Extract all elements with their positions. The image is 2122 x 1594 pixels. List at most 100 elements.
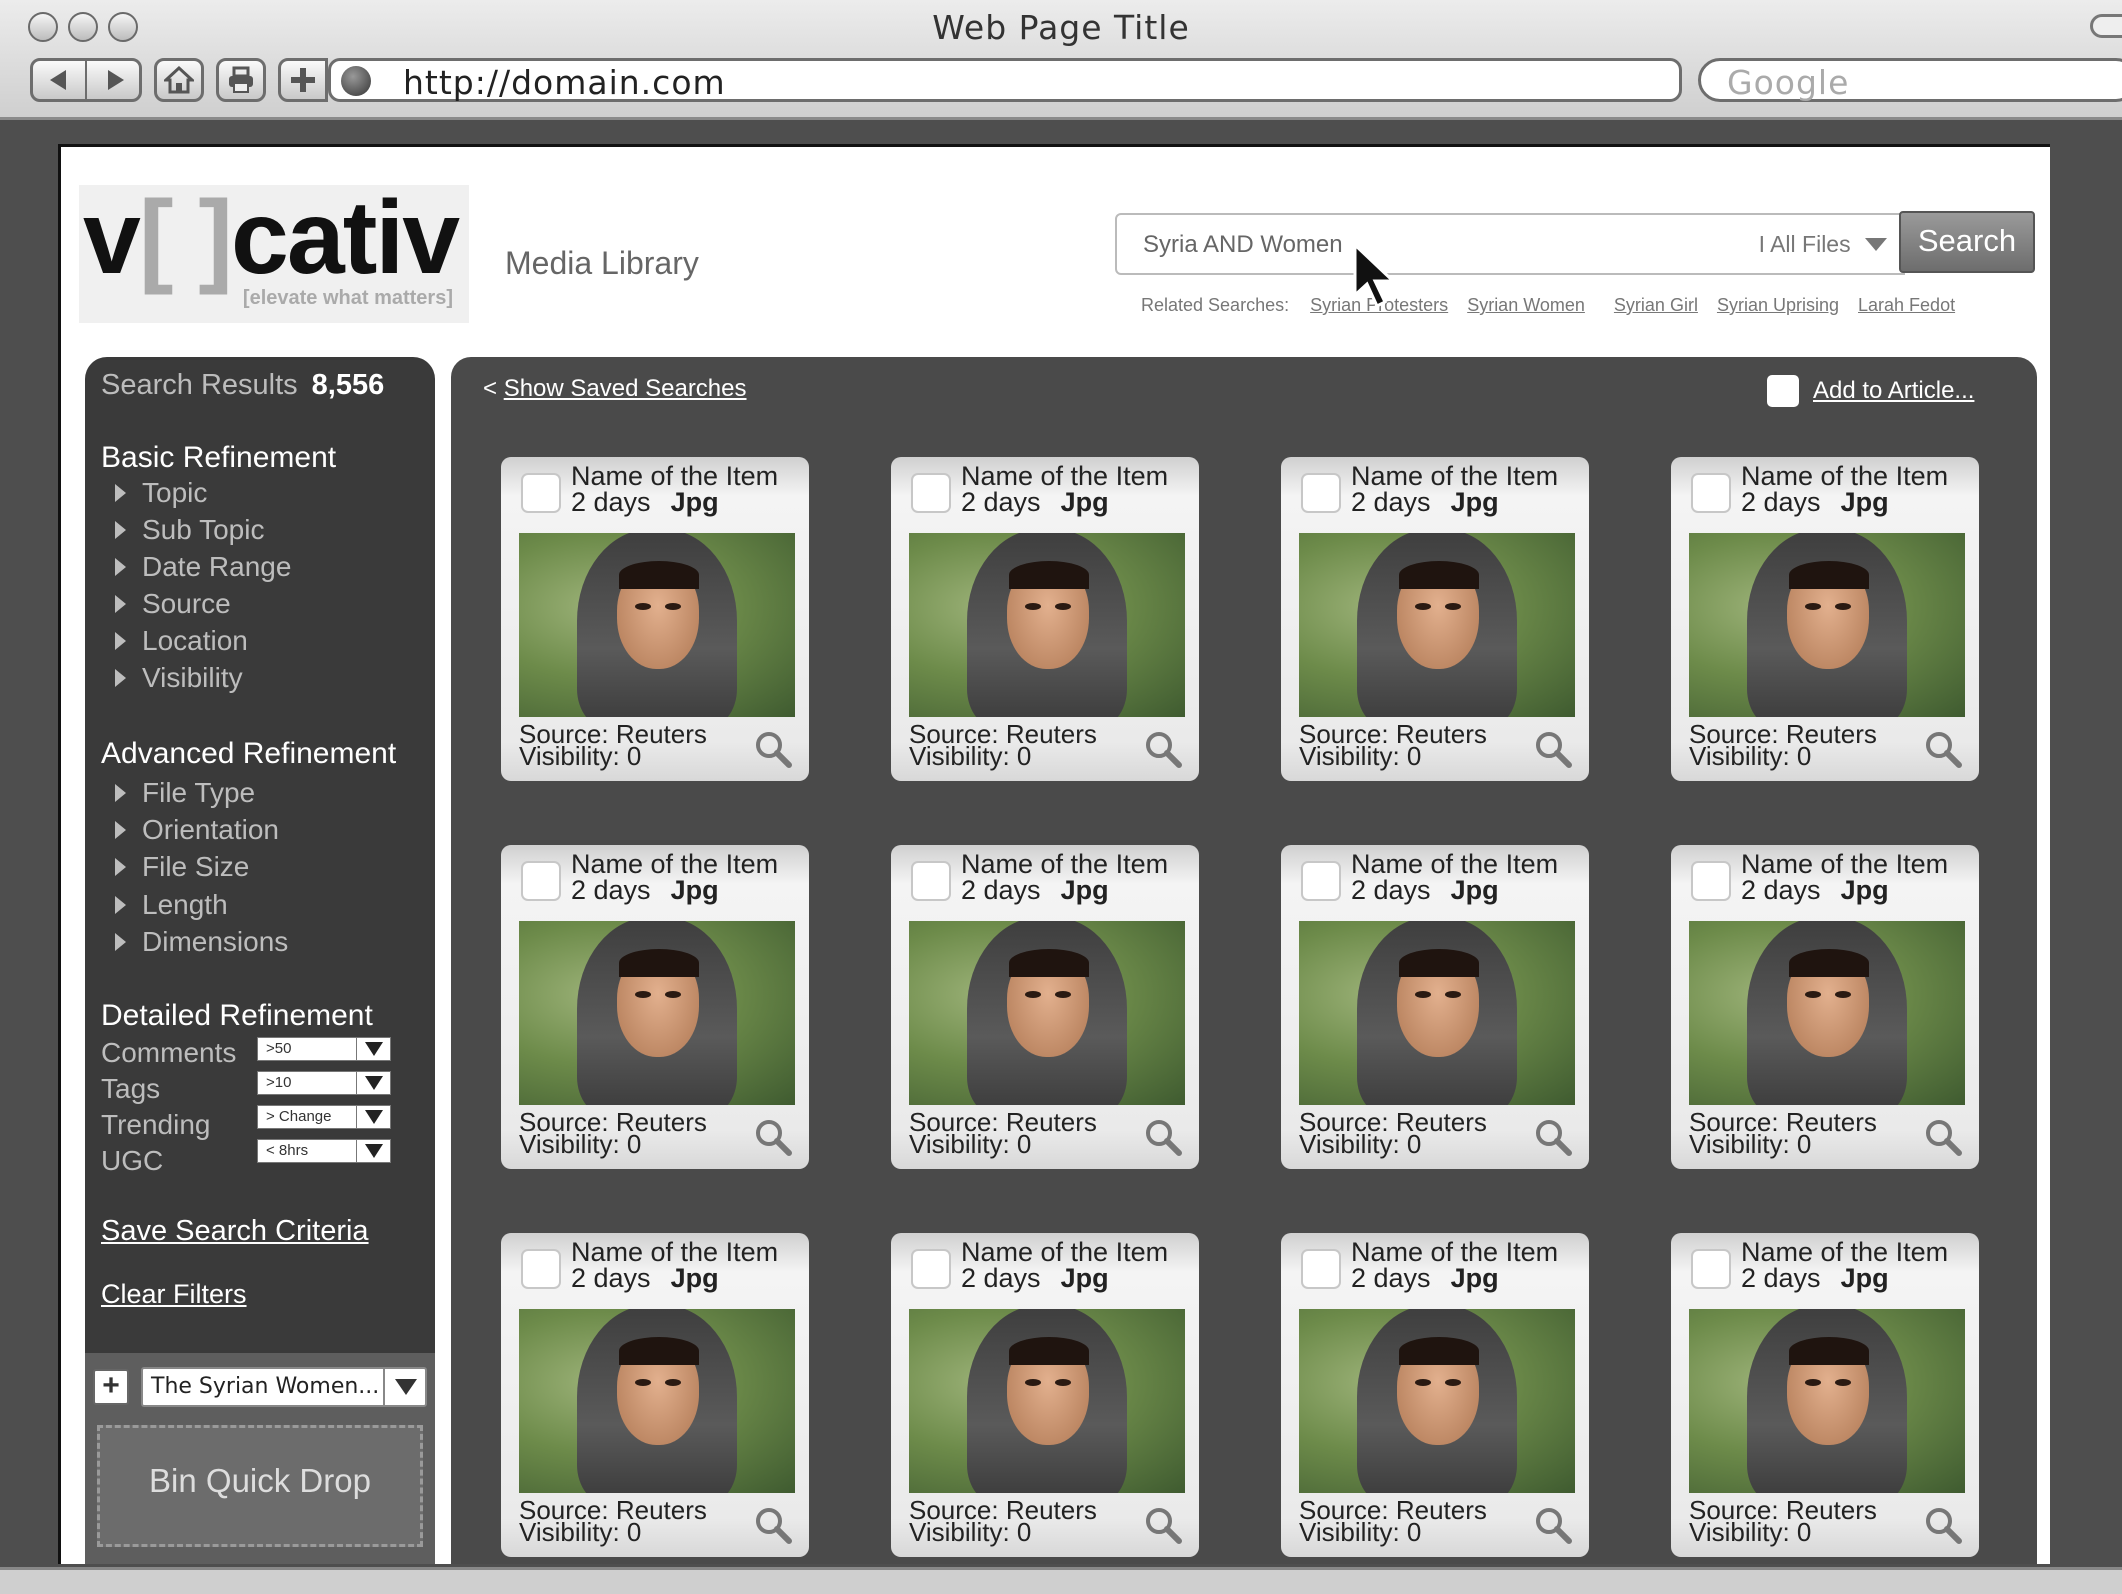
media-card[interactable]: Name of the Item 2 days Jpg Source: Reute… <box>1281 457 1589 781</box>
bin-quick-drop-zone[interactable]: Bin Quick Drop <box>97 1425 423 1547</box>
media-card[interactable]: Name of the Item 2 days Jpg Source: Reute… <box>501 1233 809 1557</box>
expand-triangle-icon <box>115 858 126 876</box>
media-thumbnail[interactable] <box>1689 1309 1965 1493</box>
magnifier-icon[interactable] <box>1533 1505 1573 1545</box>
home-button[interactable] <box>154 58 204 102</box>
media-select-checkbox[interactable] <box>1691 861 1731 901</box>
media-thumbnail[interactable] <box>519 1309 795 1493</box>
related-search-link[interactable]: Syrian Uprising <box>1717 295 1839 315</box>
filter-visibility[interactable]: Visibility <box>115 662 243 694</box>
media-card[interactable]: Name of the Item 2 days Jpg Source: Reute… <box>1281 845 1589 1169</box>
media-card[interactable]: Name of the Item 2 days Jpg Source: Reute… <box>891 457 1199 781</box>
media-thumbnail[interactable] <box>909 533 1185 717</box>
media-select-checkbox[interactable] <box>1301 473 1341 513</box>
filter-sub-topic[interactable]: Sub Topic <box>115 514 264 546</box>
ugc-dropdown[interactable]: < 8hrs <box>257 1139 391 1163</box>
media-item-age: 2 days <box>571 875 651 905</box>
media-select-checkbox[interactable] <box>521 473 561 513</box>
media-search-input[interactable]: Syria AND Women I All Files <box>1115 213 1905 275</box>
bin-dropdown[interactable]: The Syrian Women... <box>141 1367 427 1407</box>
media-thumbnail[interactable] <box>909 1309 1185 1493</box>
media-card[interactable]: Name of the Item 2 days Jpg Source: Reute… <box>1671 845 1979 1169</box>
media-item-visibility: Visibility: 0 <box>519 741 642 771</box>
media-item-visibility: Visibility: 0 <box>909 1517 1032 1547</box>
magnifier-icon[interactable] <box>1923 1505 1963 1545</box>
browser-search-field[interactable]: Google <box>1698 58 2122 102</box>
media-thumbnail[interactable] <box>1689 533 1965 717</box>
filter-length[interactable]: Length <box>115 889 228 921</box>
media-select-checkbox[interactable] <box>911 861 951 901</box>
filter-dimensions[interactable]: Dimensions <box>115 926 288 958</box>
magnifier-icon[interactable] <box>1533 729 1573 769</box>
media-card[interactable]: Name of the Item 2 days Jpg Source: Reute… <box>501 457 809 781</box>
tags-dropdown[interactable]: >10 <box>257 1071 391 1095</box>
related-search-link[interactable]: Syrian Women <box>1467 295 1585 315</box>
media-card[interactable]: Name of the Item 2 days Jpg Source: Reute… <box>891 845 1199 1169</box>
media-thumbnail[interactable] <box>1299 1309 1575 1493</box>
filter-date-range[interactable]: Date Range <box>115 551 291 583</box>
media-card[interactable]: Name of the Item 2 days Jpg Source: Reute… <box>1281 1233 1589 1557</box>
search-button[interactable]: Search <box>1899 211 2035 273</box>
related-search-link[interactable]: Syrian Girl <box>1614 295 1698 315</box>
trending-dropdown[interactable]: > Change <box>257 1105 391 1129</box>
media-card[interactable]: Name of the Item 2 days Jpg Source: Reute… <box>891 1233 1199 1557</box>
magnifier-icon[interactable] <box>753 1505 793 1545</box>
media-item-visibility: Visibility: 0 <box>519 1517 642 1547</box>
save-search-criteria-link[interactable]: Save Search Criteria <box>101 1215 369 1248</box>
media-thumbnail[interactable] <box>1689 921 1965 1105</box>
filter-orientation[interactable]: Orientation <box>115 814 279 846</box>
show-saved-searches-link[interactable]: < Show Saved Searches <box>483 375 747 403</box>
media-thumbnail[interactable] <box>909 921 1185 1105</box>
filter-location[interactable]: Location <box>115 625 248 657</box>
media-item-type: Jpg <box>670 1263 719 1293</box>
magnifier-icon[interactable] <box>1143 729 1183 769</box>
media-select-checkbox[interactable] <box>1301 1249 1341 1289</box>
media-thumbnail[interactable] <box>519 921 795 1105</box>
add-bookmark-button[interactable] <box>278 58 328 102</box>
media-select-checkbox[interactable] <box>521 1249 561 1289</box>
add-to-article-control[interactable]: Add to Article... <box>1767 375 1974 407</box>
media-card[interactable]: Name of the Item 2 days Jpg Source: Reute… <box>1671 1233 1979 1557</box>
magnifier-icon[interactable] <box>1533 1117 1573 1157</box>
media-card[interactable]: Name of the Item 2 days Jpg Source: Reute… <box>501 845 809 1169</box>
magnifier-icon[interactable] <box>1143 1117 1183 1157</box>
clear-filters-link[interactable]: Clear Filters <box>101 1279 247 1310</box>
magnifier-icon[interactable] <box>1923 729 1963 769</box>
back-forward-group <box>30 58 142 102</box>
media-item-type: Jpg <box>1840 487 1889 517</box>
media-item-visibility: Visibility: 0 <box>1299 1517 1422 1547</box>
media-select-checkbox[interactable] <box>521 861 561 901</box>
magnifier-icon[interactable] <box>1923 1117 1963 1157</box>
vocativ-logo[interactable]: v[ ]cativ [elevate what matters] <box>79 180 469 323</box>
magnifier-icon[interactable] <box>753 729 793 769</box>
back-chevron: < <box>483 375 504 402</box>
media-card[interactable]: Name of the Item 2 days Jpg Source: Reute… <box>1671 457 1979 781</box>
magnifier-icon[interactable] <box>1143 1505 1183 1545</box>
file-scope-dropdown[interactable]: I All Files <box>1759 231 1887 258</box>
media-select-checkbox[interactable] <box>1301 861 1341 901</box>
media-select-checkbox[interactable] <box>911 473 951 513</box>
print-button[interactable] <box>216 58 266 102</box>
media-thumbnail[interactable] <box>519 533 795 717</box>
media-select-checkbox[interactable] <box>911 1249 951 1289</box>
chevron-down-icon <box>356 1038 390 1060</box>
media-thumbnail[interactable] <box>1299 533 1575 717</box>
filter-file-size[interactable]: File Size <box>115 851 249 883</box>
media-select-checkbox[interactable] <box>1691 473 1731 513</box>
back-button[interactable] <box>33 61 87 99</box>
forward-button[interactable] <box>89 61 141 99</box>
media-select-checkbox[interactable] <box>1691 1249 1731 1289</box>
media-item-age: 2 days <box>1351 875 1431 905</box>
magnifier-icon[interactable] <box>753 1117 793 1157</box>
filter-source[interactable]: Source <box>115 588 231 620</box>
filter-topic[interactable]: Topic <box>115 477 207 509</box>
toolbar-toggle-button[interactable] <box>2090 14 2122 38</box>
add-to-article-link[interactable]: Add to Article... <box>1813 377 1974 405</box>
media-thumbnail[interactable] <box>1299 921 1575 1105</box>
add-to-article-checkbox[interactable] <box>1767 375 1799 407</box>
comments-dropdown[interactable]: >50 <box>257 1037 391 1061</box>
address-bar[interactable]: http://domain.com <box>328 58 1682 102</box>
add-bin-button[interactable]: + <box>93 1369 129 1405</box>
related-search-link[interactable]: Larah Fedot <box>1858 295 1955 315</box>
filter-file-type[interactable]: File Type <box>115 777 255 809</box>
